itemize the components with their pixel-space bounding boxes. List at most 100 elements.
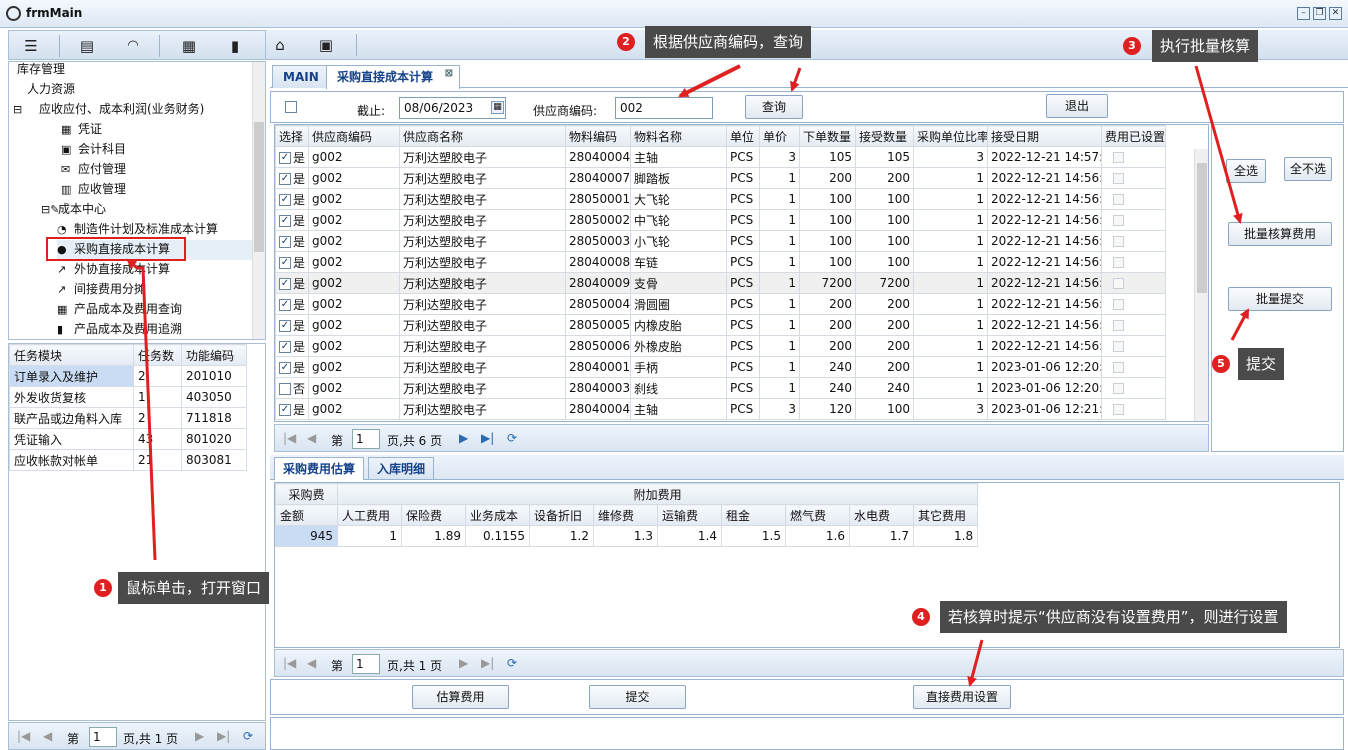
- tree-item[interactable]: ↗ 间接费用分摊: [57, 280, 146, 300]
- fee-set-cell[interactable]: [1101, 167, 1166, 189]
- fee-set-cell[interactable]: [1101, 335, 1166, 357]
- prev-page-icon[interactable]: ◀: [307, 656, 316, 670]
- cost-value-cell[interactable]: 1: [337, 525, 402, 547]
- select-cell[interactable]: ✓ 是: [275, 251, 309, 273]
- select-all-button[interactable]: 全选: [1226, 159, 1266, 183]
- task-row[interactable]: 订单录入及维护 2 201010: [9, 365, 247, 387]
- inbox-icon[interactable]: ⌂: [270, 35, 290, 55]
- cost-value-cell[interactable]: 0.1155: [465, 525, 530, 547]
- task-row[interactable]: 外发收货复核 1 403050: [9, 386, 247, 408]
- task-row[interactable]: 凭证输入 43 801020: [9, 428, 247, 450]
- task-row[interactable]: 联产品或边角料入库 2 711818: [9, 407, 247, 429]
- last-page-icon[interactable]: ▶|: [217, 729, 230, 743]
- grid-header[interactable]: 供应商名称: [399, 125, 566, 147]
- image-icon[interactable]: ▣: [316, 35, 336, 55]
- fee-set-cell[interactable]: [1101, 230, 1166, 252]
- tab-inbound-detail[interactable]: 入库明细: [368, 457, 435, 479]
- grid-header[interactable]: 单价: [759, 125, 800, 147]
- tree-item[interactable]: ↗ 外协直接成本计算: [57, 260, 170, 280]
- select-cell[interactable]: ✓ 是: [275, 335, 309, 357]
- select-cell[interactable]: ✓ 是: [275, 146, 309, 168]
- submit-button[interactable]: 提交: [589, 685, 686, 709]
- cost-value-cell[interactable]: 1.89: [401, 525, 466, 547]
- fee-set-checkbox[interactable]: [1113, 383, 1124, 394]
- task-row[interactable]: 应收帐款对帐单 21 803081: [9, 449, 247, 471]
- fee-set-cell[interactable]: [1101, 314, 1166, 336]
- grid-row[interactable]: ✓ 是 g002 万利达塑胶电子 28050001 大飞轮 PCS 1 100 100 1 2022-…: [275, 188, 1166, 210]
- menu-icon[interactable]: ☰: [21, 36, 41, 56]
- first-page-icon[interactable]: |◀: [283, 431, 296, 445]
- cost-value-cell[interactable]: 1.8: [912, 525, 979, 547]
- fee-set-cell[interactable]: [1101, 377, 1166, 399]
- tree-item[interactable]: ▮ 产品成本及费用追溯: [57, 320, 182, 339]
- tree-item[interactable]: 库存管理: [17, 62, 65, 80]
- grid-header[interactable]: 物料编码: [565, 125, 631, 147]
- grid-header[interactable]: 物料名称: [630, 125, 727, 147]
- task-header-count[interactable]: 任务数: [133, 344, 182, 366]
- row-checkbox[interactable]: ✓: [279, 320, 291, 332]
- cost-value-cell[interactable]: 1.2: [529, 525, 594, 547]
- tab-purchase-cost[interactable]: 采购直接成本计算 ⊠: [326, 65, 461, 89]
- select-cell[interactable]: ✓ 是: [275, 188, 309, 210]
- grid-row[interactable]: ✓ 是 g002 万利达塑胶电子 28050004 滑圆圈 PCS 1 200 200 1 2022-…: [275, 293, 1166, 315]
- fee-set-checkbox[interactable]: [1113, 341, 1124, 352]
- cost-value-cell[interactable]: 1.4: [657, 525, 722, 547]
- select-cell[interactable]: ✓ 是: [275, 230, 309, 252]
- row-checkbox[interactable]: ✓: [279, 257, 291, 269]
- rss-icon[interactable]: ◠: [123, 36, 143, 56]
- grid-row[interactable]: ✓ 是 g002 万利达塑胶电子 28040009 支骨 PCS 1 7200 7200 1 2022…: [275, 272, 1166, 294]
- grid-row[interactable]: ✓ 是 g002 万利达塑胶电子 28050003 小飞轮 PCS 1 100 100 1 2022-…: [275, 230, 1166, 252]
- fee-set-cell[interactable]: [1101, 188, 1166, 210]
- grid-scrollbar[interactable]: [1194, 149, 1208, 421]
- last-page-icon[interactable]: ▶|: [481, 431, 494, 445]
- row-checkbox[interactable]: ✓: [279, 152, 291, 164]
- fee-set-cell[interactable]: [1101, 251, 1166, 273]
- cost-value-cell[interactable]: 1.5: [721, 525, 786, 547]
- prev-page-icon[interactable]: ◀: [43, 729, 52, 743]
- grid-row[interactable]: ✓ 是 g002 万利达塑胶电子 28040001 手柄 PCS 1 240 200 1 2023-0…: [275, 356, 1166, 378]
- prev-page-icon[interactable]: ◀: [307, 431, 316, 445]
- exit-button[interactable]: 退出: [1046, 94, 1108, 118]
- tree-item[interactable]: ▥ 应收管理: [61, 180, 126, 200]
- select-cell[interactable]: ✓ 是: [275, 167, 309, 189]
- filter-checkbox[interactable]: [285, 101, 297, 113]
- minimize-icon[interactable]: –: [1297, 7, 1310, 20]
- select-none-button[interactable]: 全不选: [1284, 157, 1332, 181]
- select-cell[interactable]: ✓ 是: [275, 356, 309, 378]
- tree-item[interactable]: ▣ 会计科目: [61, 140, 126, 160]
- tree-item[interactable]: ▦ 产品成本及费用查询: [57, 300, 182, 320]
- batch-calc-button[interactable]: 批量核算费用: [1228, 222, 1332, 246]
- row-checkbox[interactable]: ✓: [279, 194, 291, 206]
- direct-fee-setting-button[interactable]: 直接费用设置: [913, 685, 1011, 709]
- fee-set-cell[interactable]: [1101, 293, 1166, 315]
- first-page-icon[interactable]: |◀: [283, 656, 296, 670]
- grid-row[interactable]: ✓ 是 g002 万利达塑胶电子 28040008 车链 PCS 1 100 100 1 2022-1…: [275, 251, 1166, 273]
- tree-item[interactable]: ✉ 应付管理: [61, 160, 126, 180]
- select-cell[interactable]: ✓ 是: [275, 293, 309, 315]
- task-page-input[interactable]: 1: [89, 727, 117, 747]
- cost-page-input[interactable]: 1: [352, 654, 380, 674]
- select-cell[interactable]: ✓ 是: [275, 272, 309, 294]
- tree-item[interactable]: ▦ 凭证: [61, 120, 102, 140]
- fee-set-checkbox[interactable]: [1113, 404, 1124, 415]
- task-header-module[interactable]: 任务模块: [9, 344, 134, 366]
- grid-header[interactable]: 供应商编码: [308, 125, 400, 147]
- row-checkbox[interactable]: ✓: [279, 173, 291, 185]
- fee-set-checkbox[interactable]: [1113, 152, 1124, 163]
- fee-set-checkbox[interactable]: [1113, 215, 1124, 226]
- next-page-icon[interactable]: ▶: [195, 729, 204, 743]
- row-checkbox[interactable]: ✓: [279, 299, 291, 311]
- cost-value-cell[interactable]: 1.3: [593, 525, 658, 547]
- grid-header[interactable]: 费用已设置: [1101, 125, 1166, 147]
- fee-set-cell[interactable]: [1101, 398, 1166, 420]
- select-cell[interactable]: ✓ 是: [275, 209, 309, 231]
- task-header-code[interactable]: 功能编码: [181, 344, 247, 366]
- grid-row[interactable]: 否 g002 万利达塑胶电子 28040003 刹线 PCS 1 240 240 1 2023-01…: [275, 377, 1166, 399]
- select-cell[interactable]: ✓ 是: [275, 314, 309, 336]
- grid-row[interactable]: ✓ 是 g002 万利达塑胶电子 28050006 外橡皮胎 PCS 1 200 200 1 2022…: [275, 335, 1166, 357]
- cutoff-date-input[interactable]: 08/06/2023: [399, 97, 506, 119]
- select-cell[interactable]: ✓ 是: [275, 398, 309, 420]
- batch-submit-button[interactable]: 批量提交: [1228, 287, 1332, 311]
- grid-header[interactable]: 采购单位比率: [913, 125, 988, 147]
- row-checkbox[interactable]: ✓: [279, 404, 291, 416]
